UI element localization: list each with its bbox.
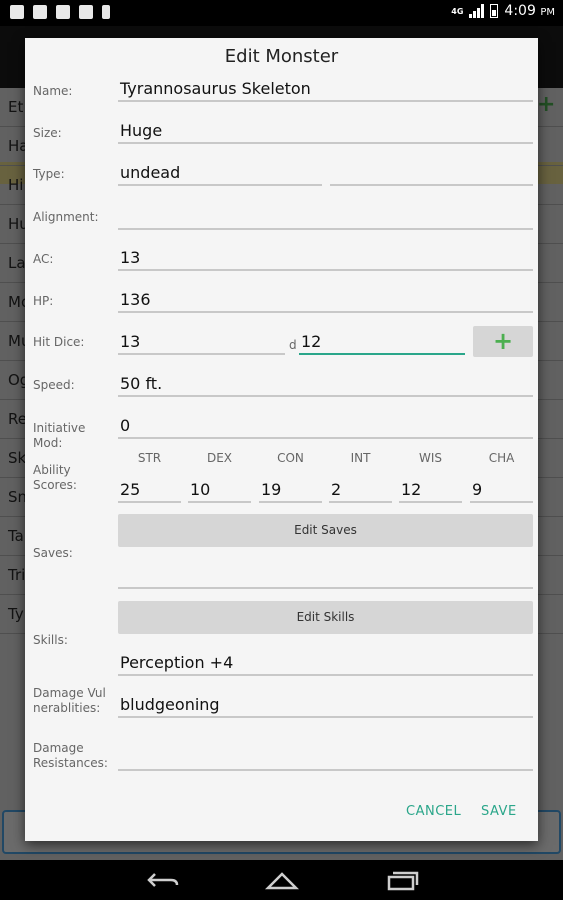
add-hit-dice-button[interactable]: + (473, 326, 533, 357)
hit-dice-sides-field[interactable]: 12 (299, 331, 465, 355)
save-button[interactable]: SAVE (481, 804, 517, 819)
edit-skills-button[interactable]: Edit Skills (118, 601, 533, 634)
ability-wis-field[interactable]: 12 (399, 479, 462, 503)
barcode-icon (79, 5, 93, 19)
size-label: Size: (33, 126, 62, 140)
signal-icon (469, 4, 485, 18)
ability-str-field[interactable]: 25 (118, 479, 181, 503)
damage-resistances-field[interactable] (118, 747, 533, 771)
edit-monster-dialog: Edit Monster Name: Tyrannosaurus Skeleto… (25, 38, 538, 841)
hit-dice-label: Hit Dice: (33, 335, 85, 349)
skills-field[interactable]: Perception +4 (118, 652, 533, 676)
skills-label: Skills: (33, 633, 68, 647)
name-field[interactable]: Tyrannosaurus Skeleton (118, 78, 533, 102)
ability-header-wis: WIS (418, 451, 443, 465)
ac-label: AC: (33, 252, 54, 266)
damage-vulnerabilities-label: Damage Vulnerablities: (33, 686, 106, 715)
ability-con-field[interactable]: 19 (259, 479, 322, 503)
notification-icon (10, 5, 24, 19)
hp-field[interactable]: 136 (118, 289, 533, 313)
speed-label: Speed: (33, 378, 75, 392)
ability-cha-field[interactable]: 9 (470, 479, 533, 503)
damage-resistances-label: Damage Resistances: (33, 741, 108, 770)
hit-dice-d-label: d (289, 338, 297, 352)
ability-header-con: CON (277, 451, 304, 465)
ability-dex-field[interactable]: 10 (188, 479, 251, 503)
dialog-title: Edit Monster (224, 46, 339, 67)
back-icon[interactable] (145, 868, 181, 892)
hit-dice-count-field[interactable]: 13 (118, 331, 285, 355)
size-field[interactable]: Huge (118, 120, 533, 144)
edit-saves-button[interactable]: Edit Saves (118, 514, 533, 547)
ability-header-str: STR (137, 451, 162, 465)
status-bar: 4G 4:09 PM (0, 0, 563, 26)
clock: 4:09 PM (504, 3, 555, 19)
alignment-label: Alignment: (33, 210, 99, 224)
ability-int-field[interactable]: 2 (329, 479, 392, 503)
battery-icon (490, 4, 499, 18)
hp-label: HP: (33, 294, 54, 308)
saves-field[interactable] (118, 565, 533, 589)
initiative-label: Initiative Mod: (33, 421, 86, 450)
type-field[interactable]: undead (118, 162, 322, 186)
name-label: Name: (33, 84, 73, 98)
alignment-field[interactable] (118, 206, 533, 230)
damage-vulnerabilities-field[interactable]: bludgeoning (118, 694, 533, 718)
home-icon[interactable] (264, 868, 300, 892)
ac-field[interactable]: 13 (118, 247, 533, 271)
navigation-bar (0, 860, 563, 900)
usb-icon (102, 5, 110, 19)
initiative-field[interactable]: 0 (118, 415, 533, 439)
ability-header-dex: DEX (206, 451, 233, 465)
saves-label: Saves: (33, 546, 73, 560)
ability-header-cha: CHA (488, 451, 515, 465)
cancel-button[interactable]: CANCEL (406, 804, 461, 819)
type-label: Type: (33, 167, 65, 181)
camera-icon (56, 5, 70, 19)
ability-header-int: INT (350, 451, 371, 465)
network-type: 4G (451, 6, 464, 16)
mail-icon (33, 5, 47, 19)
ability-scores-label: Ability Scores: (33, 463, 77, 492)
subtype-field[interactable] (330, 162, 533, 186)
speed-field[interactable]: 50 ft. (118, 373, 533, 397)
recent-apps-icon[interactable] (384, 868, 420, 892)
